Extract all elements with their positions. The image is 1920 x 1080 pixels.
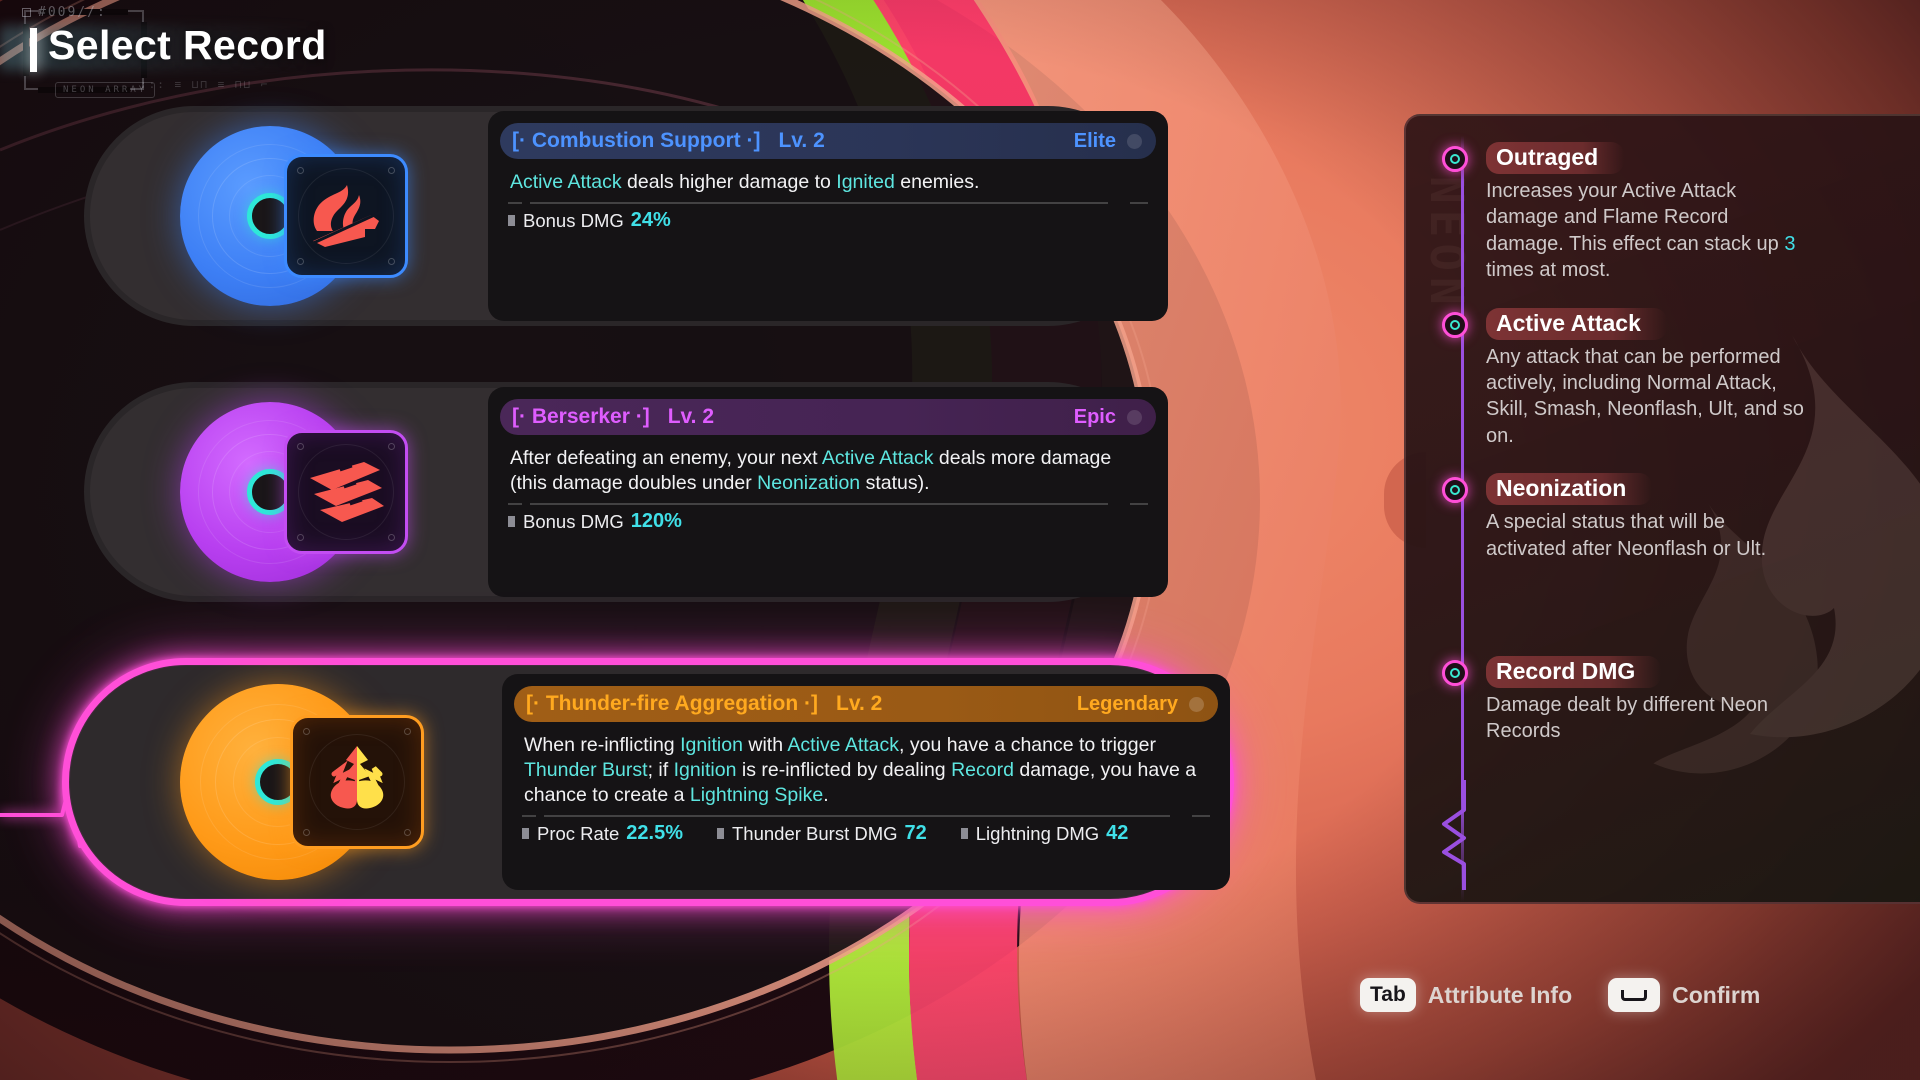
stat-value: 22.5% — [626, 822, 683, 845]
icon-inner-circle — [298, 444, 394, 540]
glossary-term: Active Attack — [1486, 307, 1667, 340]
stat-value: 72 — [904, 822, 927, 845]
tab-key-icon: Tab — [1360, 978, 1416, 1012]
card-detail-panel: [· Thunder-fire Aggregation ·] Lv. 2 Leg… — [502, 674, 1230, 890]
card-level: Lv. 2 — [778, 129, 825, 152]
record-icon-frame[interactable] — [290, 715, 424, 849]
card-header-bar: [· Combustion Support ·] Lv. 2 Elite — [500, 123, 1156, 159]
attribute-info-label: Attribute Info — [1427, 981, 1573, 1008]
card-rarity: Elite — [1073, 129, 1116, 152]
card-level: Lv. 2 — [836, 692, 883, 715]
card-stat: Bonus DMG 120% — [508, 510, 682, 533]
card-divider — [508, 195, 1148, 209]
card-stat: Bonus DMG 24% — [508, 209, 671, 232]
record-card-list: [· Combustion Support ·] Lv. 2 Elite Act… — [0, 0, 1270, 1080]
glossary-marker-icon — [1442, 477, 1468, 504]
glossary-description: Any attack that can be performed activel… — [1486, 345, 1804, 447]
card-stats: Proc Rate 22.5% Thunder Burst DMG 72 Lightni… — [502, 822, 1230, 845]
card-stats: Bonus DMG 120% — [488, 510, 1168, 533]
attribute-info-button[interactable]: Tab Attribute Info — [1360, 978, 1572, 1012]
record-card-combustion-support[interactable]: [· Combustion Support ·] Lv. 2 Elite Act… — [84, 106, 1168, 326]
stat-value: 42 — [1106, 822, 1129, 845]
record-icon-frame[interactable] — [284, 154, 408, 278]
card-rarity: Epic — [1073, 405, 1116, 428]
record-card-thunder-fire-aggregation[interactable]: [· Thunder-fire Aggregation ·] Lv. 2 Leg… — [62, 658, 1234, 906]
panel-decorative-glyphs: NEON — [1420, 176, 1474, 311]
icon-inner-circle — [309, 734, 405, 830]
card-stat: Lightning DMG 42 — [960, 822, 1129, 845]
rarity-dot-icon — [1189, 696, 1204, 712]
stat-label: Proc Rate — [537, 822, 620, 844]
glossary-description: Damage dealt by different Neon Records — [1486, 693, 1769, 743]
glossary-item-record-dmg: Record DMG Damage dealt by different Neo… — [1442, 655, 1920, 745]
glossary-term: Neonization — [1486, 473, 1653, 506]
card-stat: Thunder Burst DMG 72 — [716, 822, 927, 845]
confirm-label: Confirm — [1672, 981, 1761, 1008]
stat-value: 24% — [630, 209, 671, 232]
stat-label: Thunder Burst DMG — [731, 822, 898, 844]
stat-bullet-icon — [522, 828, 529, 840]
glossary-marker-icon — [1442, 146, 1468, 172]
card-divider — [522, 808, 1210, 822]
icon-inner-circle — [298, 168, 394, 264]
stat-label: Bonus DMG — [523, 209, 624, 231]
stat-bullet-icon — [508, 516, 515, 528]
stat-bullet-icon — [508, 215, 515, 227]
card-name: [· Combustion Support ·] — [512, 129, 761, 152]
confirm-button[interactable]: Confirm — [1608, 978, 1760, 1012]
timeline-pulse-icon — [1442, 780, 1466, 890]
card-stats: Bonus DMG 24% — [488, 209, 1168, 232]
attribute-info-panel: NEON Outraged Increases your Active Atta… — [1404, 114, 1920, 904]
card-description: Active Attack deals higher damage to Ign… — [510, 171, 980, 193]
glossary-description: A special status that will be activated … — [1486, 511, 1767, 560]
glossary-term: Record DMG — [1486, 655, 1662, 688]
stat-bullet-icon — [716, 828, 724, 840]
card-stat: Proc Rate 22.5% — [522, 822, 683, 845]
record-card-berserker[interactable]: [· Berserker ·] Lv. 2 Epic After defeati… — [84, 382, 1168, 602]
glossary-list: Outraged Increases your Active Attack da… — [1442, 142, 1920, 769]
stat-bullet-icon — [960, 828, 968, 840]
footer-controls: Tab Attribute Info Confirm — [1360, 978, 1760, 1012]
card-header-bar: [· Berserker ·] Lv. 2 Epic — [500, 399, 1156, 435]
glossary-item-active-attack: Active Attack Any attack that can be per… — [1442, 307, 1920, 450]
card-name: [· Thunder-fire Aggregation ·] — [526, 692, 819, 715]
card-description: After defeating an enemy, your next Acti… — [510, 447, 1112, 495]
card-detail-panel: [· Combustion Support ·] Lv. 2 Elite Act… — [488, 111, 1168, 321]
card-description: When re-inflicting Ignition with Active … — [524, 734, 1197, 807]
card-name: [· Berserker ·] — [512, 405, 650, 428]
glossary-marker-icon — [1442, 659, 1468, 686]
space-key-icon — [1608, 978, 1661, 1012]
glossary-description: Increases your Active Attack damage and … — [1486, 180, 1796, 282]
stat-value: 120% — [630, 510, 682, 533]
screen-root: #009//: NEON ARRAY Select Record ::: ≡ ⊔… — [0, 0, 1920, 1080]
glossary-item-outraged: Outraged Increases your Active Attack da… — [1442, 142, 1920, 284]
card-detail-panel: [· Berserker ·] Lv. 2 Epic After defeati… — [488, 387, 1168, 597]
card-level: Lv. 2 — [667, 405, 715, 428]
glossary-term: Outraged — [1486, 142, 1625, 174]
card-divider — [508, 496, 1148, 510]
record-icon-frame[interactable] — [284, 430, 408, 554]
rarity-dot-icon — [1127, 133, 1142, 149]
stat-label: Bonus DMG — [523, 510, 624, 532]
rarity-dot-icon — [1127, 409, 1142, 425]
stat-label: Lightning DMG — [975, 822, 1100, 844]
glossary-item-neonization: Neonization A special status that will b… — [1442, 473, 1920, 562]
card-rarity: Legendary — [1076, 692, 1178, 715]
glossary-marker-icon — [1442, 311, 1468, 338]
card-header-bar: [· Thunder-fire Aggregation ·] Lv. 2 Leg… — [514, 686, 1218, 722]
